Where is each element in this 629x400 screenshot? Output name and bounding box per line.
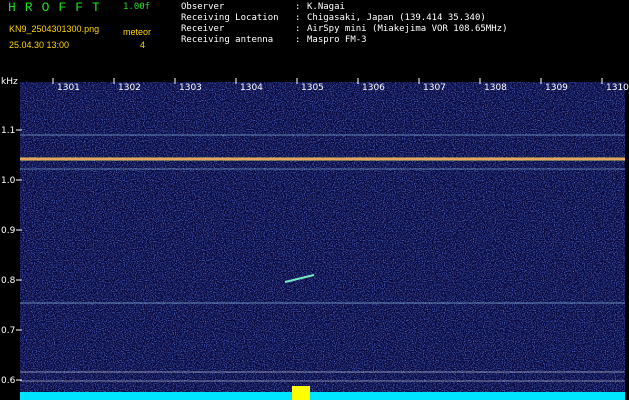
meteor-label: meteor — [123, 27, 152, 37]
time-tick-label: 1301 — [57, 83, 80, 93]
info-key: Receiver — [181, 24, 225, 34]
burst-marker — [292, 386, 310, 400]
time-tick-label: 1303 — [179, 83, 202, 93]
info-value: Chigasaki, Japan (139.414 35.340) — [307, 13, 486, 23]
info-key: Receiving Location — [181, 13, 279, 23]
info-sep: : — [295, 24, 301, 34]
time-tick-label: 1307 — [423, 83, 446, 93]
noise-texture — [20, 82, 625, 398]
freq-tick-label: 1.1 — [1, 126, 15, 136]
info-row-location: Receiving Location : Chigasaki, Japan (1… — [181, 13, 507, 24]
info-sep: : — [295, 2, 301, 12]
info-value: Maspro FM-3 — [307, 35, 367, 45]
info-value: K.Nagai — [307, 2, 345, 12]
info-sep: : — [295, 35, 301, 45]
freq-tick-label: 0.9 — [1, 226, 16, 236]
freq-tick-label: 0.6 — [1, 376, 16, 386]
info-value: AirSpy mini (Miakejima VOR 108.65MHz) — [307, 24, 508, 34]
station-info: Observer : K.Nagai Receiving Location : … — [181, 2, 507, 46]
spectrogram-panel: kHz 1.1 1.0 0.9 0.8 0.7 0.6 1301 1302 1303 1304 13… — [0, 76, 629, 400]
time-tick-label: 1306 — [362, 83, 385, 93]
meteor-count: 4 — [140, 40, 146, 50]
y-unit-label: kHz — [1, 77, 18, 87]
time-tick-label: 1309 — [545, 83, 568, 93]
info-key: Receiving antenna — [181, 35, 274, 45]
spectrogram: kHz 1.1 1.0 0.9 0.8 0.7 0.6 1301 1302 1303 1304 13… — [1, 77, 629, 400]
info-key: Observer — [181, 2, 225, 12]
time-tick-label: 1305 — [301, 83, 324, 93]
info-sep: : — [295, 13, 301, 23]
app-title: HROFFT — [8, 0, 109, 15]
info-row-antenna: Receiving antenna : Maspro FM-3 — [181, 35, 507, 46]
y-axis: kHz 1.1 1.0 0.9 0.8 0.7 0.6 — [1, 77, 22, 386]
freq-tick-label: 0.7 — [1, 326, 15, 336]
time-tick-label: 1304 — [240, 83, 263, 93]
info-row-observer: Observer : K.Nagai — [181, 2, 507, 13]
file-name: KN9_2504301300.png — [9, 24, 100, 34]
time-tick-label: 1302 — [118, 83, 141, 93]
time-tick-label: 1310 — [606, 83, 629, 93]
version-label: 1.00f — [123, 2, 151, 12]
time-tick-label: 1308 — [484, 83, 507, 93]
header-panel: HROFFT 1.00f KN9_2504301300.png meteor 2… — [0, 0, 629, 76]
timestamp: 25.04.30 13:00 — [9, 40, 70, 50]
freq-tick-label: 1.0 — [1, 176, 16, 186]
info-row-receiver: Receiver : AirSpy mini (Miakejima VOR 10… — [181, 24, 507, 35]
baseline-band — [20, 392, 625, 400]
freq-tick-label: 0.8 — [1, 276, 16, 286]
